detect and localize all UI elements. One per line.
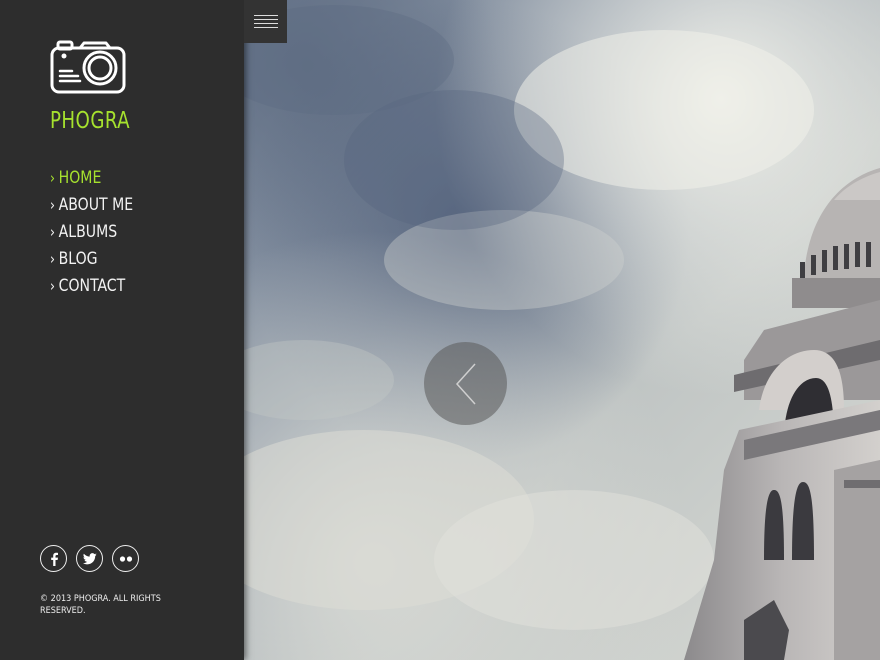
nav-item-about-me[interactable]: › ABOUT ME — [50, 194, 133, 221]
chevron-right-icon: › — [50, 277, 55, 295]
nav-item-contact[interactable]: › CONTACT — [50, 275, 133, 302]
nav-item-label: CONTACT — [58, 276, 126, 296]
copyright-text: © 2013 PHOGRA. ALL RIGHTS RESERVED. — [40, 594, 161, 616]
nav-item-albums[interactable]: › ALBUMS — [50, 221, 133, 248]
camera-logo-icon[interactable] — [50, 40, 126, 94]
nav-item-label: HOME — [58, 168, 102, 188]
chevron-left-icon[interactable] — [424, 342, 507, 425]
chevron-right-icon: › — [50, 196, 55, 214]
nav-item-home[interactable]: › HOME — [50, 167, 133, 194]
nav-item-label: ABOUT ME — [58, 195, 134, 215]
hamburger-icon[interactable] — [244, 0, 287, 43]
hero-photo — [244, 0, 880, 660]
flickr-icon[interactable] — [112, 545, 139, 572]
chevron-right-icon: › — [50, 250, 55, 268]
brand-name[interactable]: PHOGRA — [50, 108, 130, 134]
hero-slider — [244, 0, 880, 660]
chevron-right-icon: › — [50, 169, 55, 187]
social-links — [40, 545, 139, 572]
nav-item-blog[interactable]: › BLOG — [50, 248, 133, 275]
chevron-right-icon: › — [50, 223, 55, 241]
nav-item-label: BLOG — [58, 249, 98, 269]
sidebar: PHOGRA › HOME › ABOUT ME › ALBUMS › BLOG › CO… — [0, 0, 244, 660]
twitter-icon[interactable] — [76, 545, 103, 572]
nav-item-label: ALBUMS — [58, 222, 118, 242]
facebook-icon[interactable] — [40, 545, 67, 572]
main-nav: › HOME › ABOUT ME › ALBUMS › BLOG › CONTACT — [50, 167, 140, 302]
